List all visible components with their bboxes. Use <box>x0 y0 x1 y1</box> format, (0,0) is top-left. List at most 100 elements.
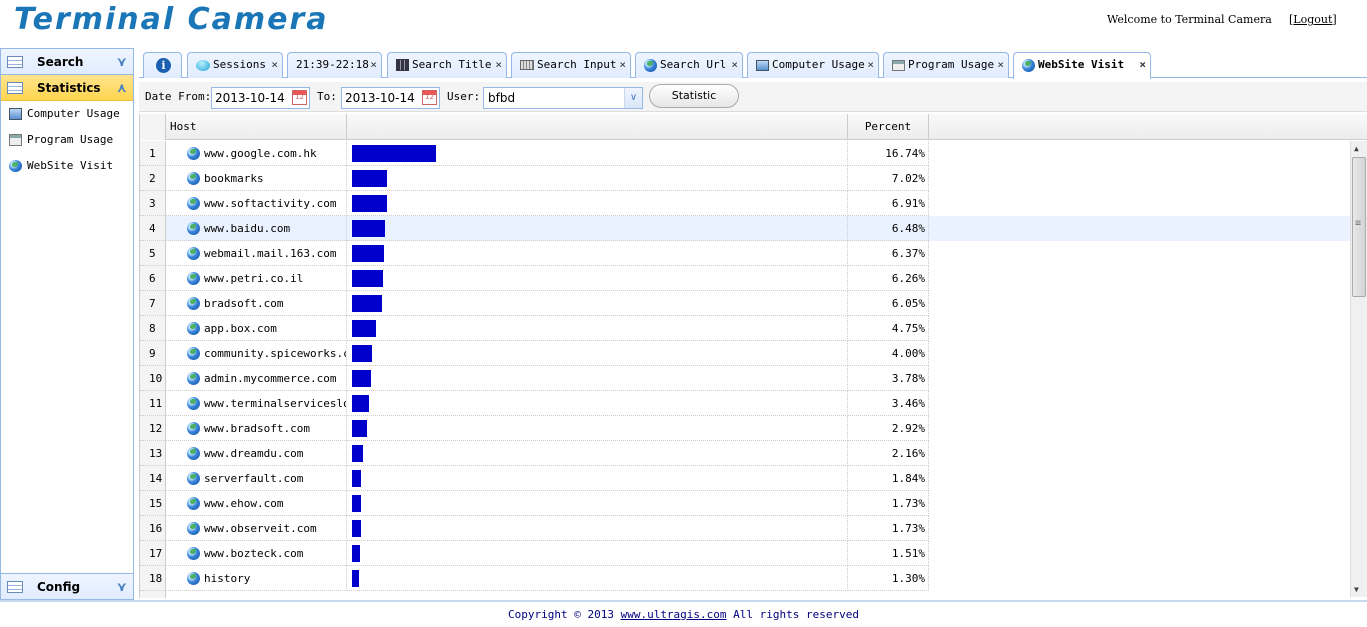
window-icon <box>892 59 905 71</box>
table-row[interactable]: 17 www.bozteck.com 1.51% <box>140 541 1350 566</box>
table-row[interactable]: 7 bradsoft.com 6.05% <box>140 291 1350 316</box>
table-row[interactable]: 1 www.google.com.hk 16.74% <box>140 141 1350 166</box>
bar-cell <box>347 516 848 541</box>
percent-bar <box>352 445 363 462</box>
calendar-icon[interactable]: 12 <box>422 90 437 105</box>
bar-cell <box>347 466 848 491</box>
globe-icon <box>187 497 200 510</box>
date-from-label: Date From: <box>145 90 212 103</box>
table-row[interactable]: 18 history 1.30% <box>140 566 1350 591</box>
host-cell: www.petri.co.il <box>166 266 347 291</box>
sidebar-item-computer-usage[interactable]: Computer Usage <box>1 101 133 127</box>
row-number: 2 <box>140 166 166 191</box>
table-row[interactable]: 5 webmail.mail.163.com 6.37% <box>140 241 1350 266</box>
row-number: 7 <box>140 291 166 316</box>
table-row[interactable]: 16 www.observeit.com 1.73% <box>140 516 1350 541</box>
logout-link[interactable]: Logout <box>1293 13 1332 26</box>
accordion-config[interactable]: Config ⋎ <box>1 573 133 599</box>
monitor-icon <box>9 108 22 120</box>
tab-strip: i Sessions × 21:39-22:18 × Search Title … <box>139 48 1367 79</box>
footer-link[interactable]: www.ultragis.com <box>621 608 727 621</box>
sidebar-item-program-usage[interactable]: Program Usage <box>1 127 133 153</box>
host-cell: admin.mycommerce.com <box>166 366 347 391</box>
host-text: admin.mycommerce.com <box>204 372 337 385</box>
tab-search-input[interactable]: Search Input × <box>511 52 631 78</box>
chat-icon <box>196 59 210 71</box>
percent-cell: 3.46% <box>848 391 929 416</box>
header-percent[interactable]: Percent <box>848 114 929 140</box>
table-row[interactable]: 14 serverfault.com 1.84% <box>140 466 1350 491</box>
close-icon[interactable]: × <box>495 53 502 77</box>
tab-program-usage[interactable]: Program Usage × <box>883 52 1009 78</box>
host-cell: app.box.com <box>166 316 347 341</box>
grid-icon <box>396 59 409 71</box>
percent-bar <box>352 520 361 537</box>
bar-cell <box>347 391 848 416</box>
chevron-down-icon[interactable]: ⋎ <box>116 50 127 76</box>
bar-cell <box>347 366 848 391</box>
close-icon[interactable]: × <box>619 53 626 77</box>
tab-label: Sessions <box>213 58 266 71</box>
sidebar-item-website-visit[interactable]: WebSite Visit <box>1 153 133 179</box>
close-icon[interactable]: × <box>271 53 278 77</box>
table-row[interactable]: 9 community.spiceworks.com 4.00% <box>140 341 1350 366</box>
date-to-input[interactable]: 2013-10-14 12 <box>341 87 440 109</box>
date-from-input[interactable]: 2013-10-14 12 <box>211 87 310 109</box>
statistic-button[interactable]: Statistic <box>649 84 739 108</box>
table-row[interactable]: 13 www.dreamdu.com 2.16% <box>140 441 1350 466</box>
table-row[interactable]: 6 www.petri.co.il 6.26% <box>140 266 1350 291</box>
close-icon[interactable]: × <box>867 53 874 77</box>
percent-cell: 6.05% <box>848 291 929 316</box>
table-row[interactable]: 15 www.ehow.com 1.73% <box>140 491 1350 516</box>
close-icon[interactable]: × <box>997 53 1004 77</box>
percent-bar <box>352 145 436 162</box>
tab-computer-usage[interactable]: Computer Usage × <box>747 52 879 78</box>
table-row[interactable]: 11 www.terminalserviceslog. 3.46% <box>140 391 1350 416</box>
host-cell: serverfault.com <box>166 466 347 491</box>
percent-cell: 6.48% <box>848 216 929 241</box>
tab-sessions[interactable]: Sessions × <box>187 52 283 78</box>
scroll-down-icon[interactable]: ▼ <box>1354 585 1359 594</box>
tab-info[interactable]: i <box>143 52 182 78</box>
row-number: 18 <box>140 566 166 591</box>
table-row[interactable]: 8 app.box.com 4.75% <box>140 316 1350 341</box>
scroll-up-icon[interactable]: ▲ <box>1354 144 1359 153</box>
host-text: www.softactivity.com <box>204 197 337 210</box>
tab-website-visit[interactable]: WebSite Visit × <box>1013 52 1151 79</box>
calendar-icon[interactable]: 12 <box>292 90 307 105</box>
percent-bar <box>352 295 382 312</box>
table-row[interactable]: 3 www.softactivity.com 6.91% <box>140 191 1350 216</box>
table-row[interactable]: 12 www.bradsoft.com 2.92% <box>140 416 1350 441</box>
close-icon[interactable]: × <box>731 53 738 77</box>
tab-session-time[interactable]: 21:39-22:18 × <box>287 52 382 78</box>
chevron-down-icon[interactable]: ∨ <box>624 88 642 108</box>
globe-icon <box>187 322 200 335</box>
host-cell: www.softactivity.com <box>166 191 347 216</box>
scrollbar-thumb[interactable] <box>1352 157 1366 297</box>
bar-cell <box>347 191 848 216</box>
close-icon[interactable]: × <box>370 53 377 77</box>
tab-search-title[interactable]: Search Title × <box>387 52 507 78</box>
vertical-scrollbar[interactable]: ▲ ▼ <box>1350 141 1367 597</box>
accordion-search[interactable]: Search ⋎ <box>1 49 133 75</box>
user-select[interactable]: bfbd ∨ <box>483 87 643 109</box>
table-row[interactable]: 2 bookmarks 7.02% <box>140 166 1350 191</box>
panel-icon <box>7 82 23 94</box>
accordion-statistics[interactable]: Statistics ⋏ <box>1 75 133 101</box>
header-host[interactable]: Host <box>166 114 347 140</box>
host-text: www.observeit.com <box>204 522 317 535</box>
chevron-up-icon[interactable]: ⋏ <box>116 76 127 102</box>
host-text: serverfault.com <box>204 472 304 485</box>
table-row[interactable]: 10 admin.mycommerce.com 3.78% <box>140 366 1350 391</box>
logout-close-bracket: ] <box>1332 13 1337 26</box>
close-icon[interactable]: × <box>1139 53 1146 77</box>
table-row[interactable]: 4 www.baidu.com 6.48% <box>140 216 1350 241</box>
chevron-down-icon[interactable]: ⋎ <box>116 575 127 601</box>
app-logo: Terminal Camera <box>14 2 329 37</box>
percent-cell: 3.78% <box>848 366 929 391</box>
percent-cell: 6.26% <box>848 266 929 291</box>
user-value: bfbd <box>488 91 516 105</box>
tab-search-url[interactable]: Search Url × <box>635 52 743 78</box>
bar-cell <box>347 316 848 341</box>
tab-label: Search Input <box>537 58 617 71</box>
